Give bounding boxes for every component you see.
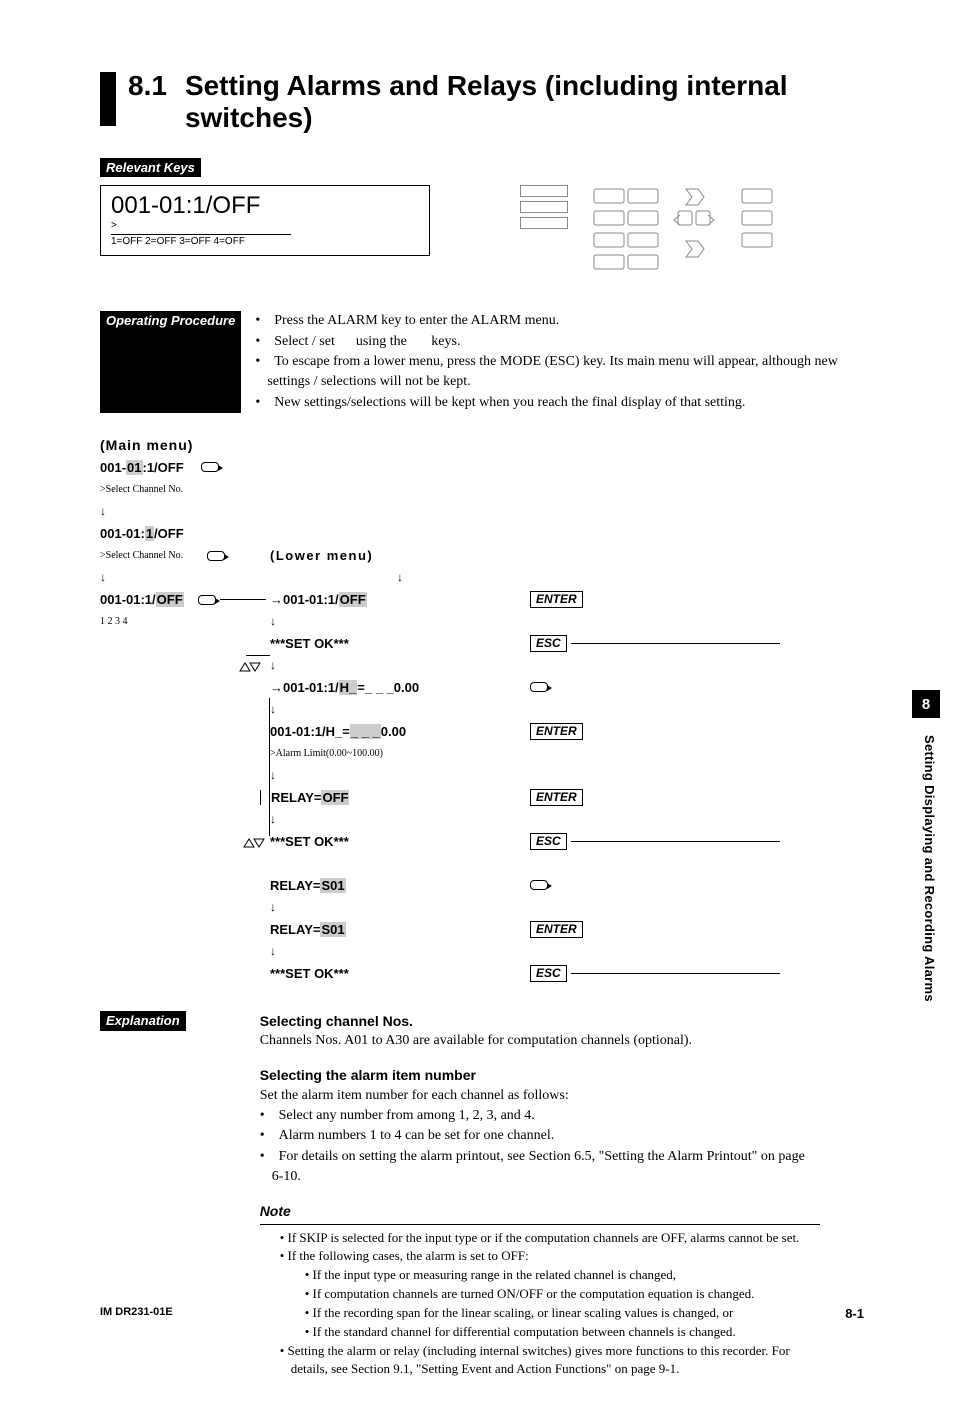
enter-key-box: ENTER <box>530 723 583 740</box>
section-title: 8.1 Setting Alarms and Relays (including… <box>100 70 864 134</box>
key-column <box>520 185 570 233</box>
flow-mid-2: ***SET OK*** <box>270 636 530 651</box>
enter-key-icon <box>201 462 219 472</box>
note-subitem: • If the standard channel for differenti… <box>316 1323 820 1342</box>
note-subitem: • If computation channels are turned ON/… <box>316 1285 820 1304</box>
esc-key-box: ESC <box>530 965 567 982</box>
footer: IM DR231-01E 8-1 <box>100 1306 864 1321</box>
procedure-row: Operating Procedure • Press the ALARM ke… <box>100 311 864 412</box>
flow-mid-3: →001-01:1/H_=_ _ _0.00 <box>270 680 530 695</box>
up-down-icon <box>242 834 266 849</box>
flow-mid-4-sub: >Alarm Limit(0.00~100.00) <box>270 748 530 759</box>
esc-key-box: ESC <box>530 635 567 652</box>
title-marker <box>100 72 116 126</box>
procedure-item: • To escape from a lower menu, press the… <box>267 352 864 393</box>
menu-flow: (Main menu) 001-01:1/OFF >Select Channel… <box>100 437 864 985</box>
lcd-main-text: 001-01:1/OFF <box>111 192 419 220</box>
flow-mid-1: →001-01:1/OFF <box>270 592 530 607</box>
page: 8 Setting Displaying and Recording Alarm… <box>0 0 954 1419</box>
side-caption: Setting Displaying and Recording Alarms <box>922 735 937 1002</box>
exp-bullet: • For details on setting the alarm print… <box>272 1147 820 1188</box>
flow-mid-7: RELAY=S01 <box>270 878 530 893</box>
exp-bullet: • Alarm numbers 1 to 4 can be set for on… <box>272 1126 820 1146</box>
exp-heading-2: Selecting the alarm item number <box>260 1065 820 1085</box>
side-tab: 8 <box>912 690 940 718</box>
note-subitem: • If the input type or measuring range i… <box>316 1266 820 1285</box>
flow-left-2-sub: >Select Channel No. <box>100 550 183 561</box>
lcd-sub-text: 1=OFF 2=OFF 3=OFF 4=OFF <box>111 234 291 247</box>
procedure-label: Operating Procedure <box>100 311 241 412</box>
flow-left-1: 001-01:1/OFF <box>100 460 184 475</box>
flow-left-2: 001-01:1/OFF <box>100 526 184 541</box>
flow-mid-8: RELAY=S01 <box>270 922 530 937</box>
enter-key-icon <box>207 551 225 561</box>
exp-p1: Channels Nos. A01 to A30 are available f… <box>260 1031 820 1051</box>
flow-left-1-sub: >Select Channel No. <box>100 484 270 495</box>
lcd-row: 001-01:1/OFF > 1=OFF 2=OFF 3=OFF 4=OFF <box>100 185 864 281</box>
footer-left: IM DR231-01E <box>100 1306 173 1321</box>
enter-key-icon <box>198 595 216 605</box>
section-number: 8.1 <box>128 70 167 102</box>
lower-menu-label: (Lower menu) <box>270 548 373 563</box>
relevant-keys-label: Relevant Keys <box>100 158 201 177</box>
lcd-display: 001-01:1/OFF > 1=OFF 2=OFF 3=OFF 4=OFF <box>100 185 430 256</box>
keypad-diagram <box>592 185 792 281</box>
enter-key-box: ENTER <box>530 789 583 806</box>
section-heading-line2: switches) <box>185 102 788 134</box>
footer-page: 8-1 <box>845 1306 864 1321</box>
procedure-item: • New settings/selections will be kept w… <box>267 393 864 413</box>
procedure-body: • Press the ALARM key to enter the ALARM… <box>255 311 864 412</box>
explanation-block: Explanation Selecting channel Nos. Chann… <box>100 1011 864 1379</box>
note-item: • Setting the alarm or relay (including … <box>291 1342 820 1380</box>
up-down-icon <box>238 658 262 673</box>
explanation-label: Explanation <box>100 1011 186 1031</box>
enter-key-icon <box>530 880 548 890</box>
flow-left-3: 001-01:1/OFF <box>100 592 184 607</box>
flow-mid-5: RELAY=OFF <box>270 790 530 805</box>
flow-mid-6: ***SET OK*** <box>270 834 530 849</box>
lcd-prompt: > <box>111 220 419 231</box>
flow-mid-9: ***SET OK*** <box>270 966 530 981</box>
note-heading: Note <box>260 1201 820 1221</box>
enter-key-icon <box>530 682 548 692</box>
enter-key-box: ENTER <box>530 921 583 938</box>
procedure-item: • Select / set using the keys. <box>267 332 864 352</box>
enter-key-box: ENTER <box>530 591 583 608</box>
exp-p2: Set the alarm item number for each chann… <box>260 1086 820 1106</box>
section-heading-line1: Setting Alarms and Relays (including int… <box>185 70 788 102</box>
note-item: • If the following cases, the alarm is s… <box>291 1247 820 1266</box>
note-item: • If SKIP is selected for the input type… <box>291 1229 820 1248</box>
flow-mid-4: 001-01:1/H_=_ _ _0.00 <box>270 724 530 739</box>
flow-left-3-sub: 1 2 3 4 <box>100 616 270 627</box>
esc-key-box: ESC <box>530 833 567 850</box>
main-menu-label: (Main menu) <box>100 437 864 453</box>
exp-bullets: • Select any number from among 1, 2, 3, … <box>260 1106 820 1187</box>
procedure-item: • Press the ALARM key to enter the ALARM… <box>267 311 864 331</box>
exp-bullet: • Select any number from among 1, 2, 3, … <box>272 1106 820 1126</box>
exp-heading-1: Selecting channel Nos. <box>260 1011 820 1031</box>
note-body: • If SKIP is selected for the input type… <box>280 1229 820 1380</box>
